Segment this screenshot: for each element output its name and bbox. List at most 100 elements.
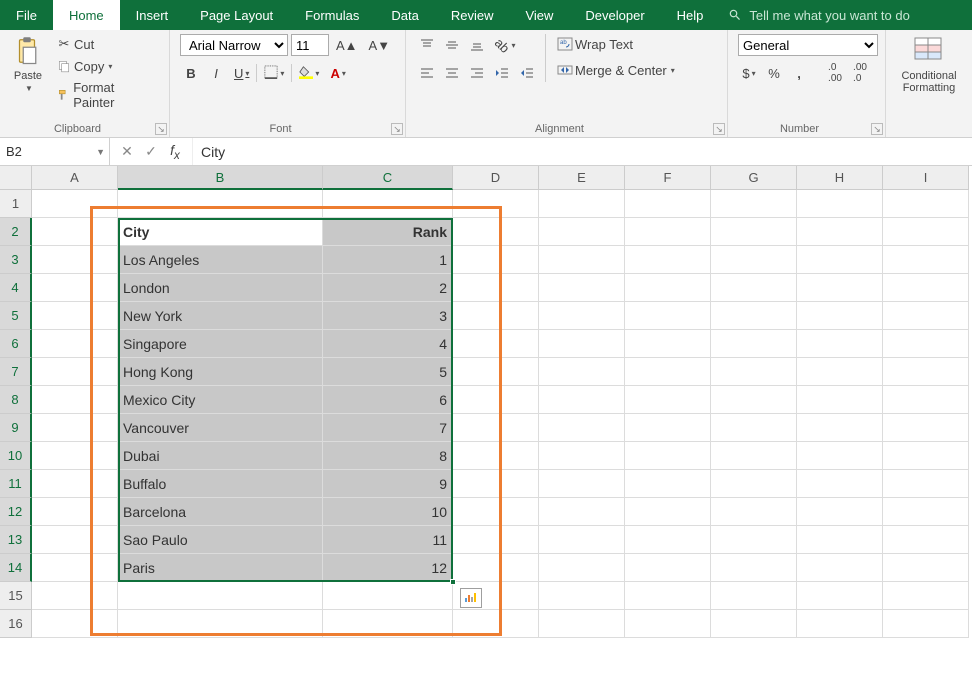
cell[interactable]: [797, 414, 883, 442]
cell[interactable]: [711, 358, 797, 386]
cell[interactable]: [32, 274, 118, 302]
number-launcher[interactable]: ↘: [871, 123, 883, 135]
cancel-formula-button[interactable]: ✕: [116, 142, 138, 162]
tab-page-layout[interactable]: Page Layout: [184, 0, 289, 30]
cell[interactable]: [539, 302, 625, 330]
cell[interactable]: [797, 218, 883, 246]
cell[interactable]: [711, 610, 797, 638]
cell[interactable]: [453, 218, 539, 246]
cell[interactable]: [539, 414, 625, 442]
cell[interactable]: 9: [323, 470, 453, 498]
cell[interactable]: [711, 582, 797, 610]
cell[interactable]: 10: [323, 498, 453, 526]
cell[interactable]: [711, 554, 797, 582]
cell[interactable]: Buffalo: [118, 470, 323, 498]
cell[interactable]: 7: [323, 414, 453, 442]
underline-button[interactable]: U▾: [230, 62, 253, 84]
row-header-4[interactable]: 4: [0, 274, 32, 302]
cell[interactable]: [625, 610, 711, 638]
cell[interactable]: [539, 218, 625, 246]
cell[interactable]: [797, 526, 883, 554]
cell[interactable]: [118, 582, 323, 610]
clipboard-launcher[interactable]: ↘: [155, 123, 167, 135]
comma-format-button[interactable]: ,: [788, 62, 810, 84]
cell[interactable]: [453, 330, 539, 358]
cell[interactable]: [32, 610, 118, 638]
col-header-B[interactable]: B: [118, 166, 323, 190]
paste-button[interactable]: Paste ▼: [10, 34, 46, 95]
cell[interactable]: [453, 386, 539, 414]
cell[interactable]: [118, 190, 323, 218]
cell[interactable]: [797, 190, 883, 218]
cell[interactable]: [453, 470, 539, 498]
increase-font-button[interactable]: A▲: [332, 34, 362, 56]
row-header-15[interactable]: 15: [0, 582, 32, 610]
cell[interactable]: [797, 554, 883, 582]
font-color-button[interactable]: A▾: [326, 62, 349, 84]
number-format-select[interactable]: General: [738, 34, 878, 56]
select-all-corner[interactable]: [0, 166, 32, 190]
cell[interactable]: [323, 610, 453, 638]
cell[interactable]: [711, 526, 797, 554]
cell[interactable]: Singapore: [118, 330, 323, 358]
cell[interactable]: [32, 498, 118, 526]
cell[interactable]: 8: [323, 442, 453, 470]
cell[interactable]: [883, 246, 969, 274]
cell[interactable]: Paris: [118, 554, 323, 582]
cell[interactable]: [453, 554, 539, 582]
row-header-13[interactable]: 13: [0, 526, 32, 554]
cell[interactable]: [625, 302, 711, 330]
cell[interactable]: [453, 442, 539, 470]
cell[interactable]: [32, 470, 118, 498]
cell[interactable]: [453, 246, 539, 274]
merge-center-button[interactable]: Merge & Center ▾: [553, 60, 679, 80]
cell[interactable]: London: [118, 274, 323, 302]
cell[interactable]: 2: [323, 274, 453, 302]
row-header-11[interactable]: 11: [0, 470, 32, 498]
cell[interactable]: [883, 470, 969, 498]
cell[interactable]: [323, 190, 453, 218]
cell[interactable]: [539, 498, 625, 526]
cell[interactable]: [711, 302, 797, 330]
row-header-14[interactable]: 14: [0, 554, 32, 582]
name-box[interactable]: B2 ▼: [0, 138, 110, 165]
cell[interactable]: [711, 442, 797, 470]
cut-button[interactable]: ✂ Cut: [52, 34, 159, 54]
cell[interactable]: City: [118, 218, 323, 246]
cell[interactable]: [323, 582, 453, 610]
cell[interactable]: [797, 498, 883, 526]
row-header-3[interactable]: 3: [0, 246, 32, 274]
cell[interactable]: [453, 498, 539, 526]
cell[interactable]: [711, 274, 797, 302]
cell[interactable]: [883, 582, 969, 610]
cell[interactable]: [118, 610, 323, 638]
italic-button[interactable]: I: [205, 62, 227, 84]
cell[interactable]: [32, 442, 118, 470]
cell[interactable]: [711, 414, 797, 442]
copy-button[interactable]: Copy ▾: [52, 56, 159, 76]
cell[interactable]: [32, 190, 118, 218]
cell[interactable]: [883, 274, 969, 302]
cell[interactable]: Vancouver: [118, 414, 323, 442]
cell[interactable]: [32, 554, 118, 582]
cell[interactable]: [797, 358, 883, 386]
cell[interactable]: [797, 274, 883, 302]
tell-me-search[interactable]: Tell me what you want to do: [719, 0, 909, 30]
cell[interactable]: [797, 610, 883, 638]
row-header-8[interactable]: 8: [0, 386, 32, 414]
cell[interactable]: [711, 386, 797, 414]
font-size-input[interactable]: [291, 34, 329, 56]
cell[interactable]: [539, 554, 625, 582]
row-header-9[interactable]: 9: [0, 414, 32, 442]
decrease-font-button[interactable]: A▼: [365, 34, 395, 56]
cell[interactable]: [539, 330, 625, 358]
cell[interactable]: Mexico City: [118, 386, 323, 414]
cell[interactable]: [539, 470, 625, 498]
cell[interactable]: [625, 218, 711, 246]
tab-review[interactable]: Review: [435, 0, 510, 30]
cell[interactable]: [625, 470, 711, 498]
cell[interactable]: [539, 610, 625, 638]
col-header-C[interactable]: C: [323, 166, 453, 190]
align-middle-button[interactable]: [441, 34, 463, 56]
tab-developer[interactable]: Developer: [569, 0, 660, 30]
